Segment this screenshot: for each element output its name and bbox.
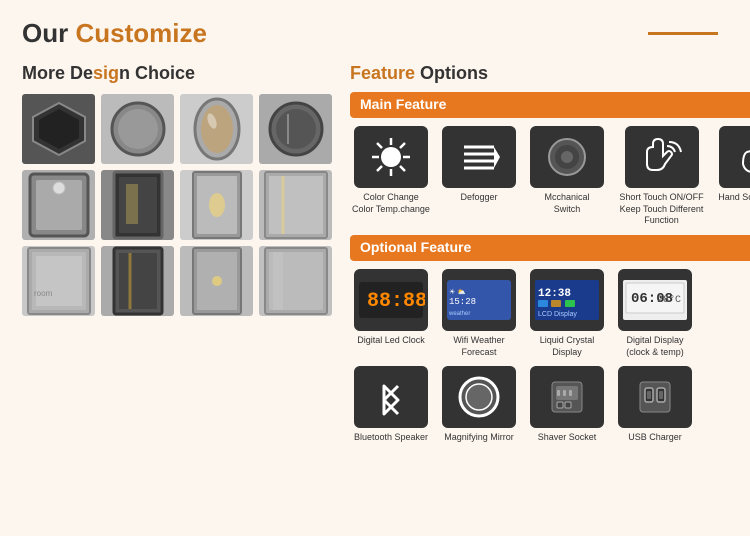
svg-text:15:28: 15:28 [449,297,476,307]
shaver-icon [544,374,590,420]
header-line [648,32,718,35]
color-change-label: Color ChangeColor Temp.change [352,192,430,215]
main-features-row: Color ChangeColor Temp.change Defogger [350,126,750,227]
lcd-icon-box: 12:38 LCD Display [530,269,604,331]
left-column: More Design Choice [22,63,332,452]
page-title: Our Customize [22,18,207,49]
defogger-label: Defogger [460,192,497,204]
feature-short-touch: Short Touch ON/OFFKeep Touch DifferentFu… [614,126,709,227]
defogger-icon-box [442,126,516,188]
mirror-rect-3 [180,170,253,240]
svg-text:☀ ⛅: ☀ ⛅ [449,288,466,296]
optional-features-row-1: 88:88 Digital Led Clock ☀ ⛅ 15:28 weathe… [350,269,750,358]
weather-icon: ☀ ⛅ 15:28 weather [445,278,513,322]
feature-digital-display: 06:08 28°C Digital Display(clock & temp) [614,269,696,358]
digital-display-icon-box: 06:08 28°C [618,269,692,331]
feature-mech-switch: McchanicalSwitch [526,126,608,227]
optional-features-row-2: Bluetooth Speaker Magnifying Mirror [350,366,750,444]
usb-label: USB Charger [628,432,682,444]
svg-text:12:38: 12:38 [538,288,571,300]
wifi-weather-icon-box: ☀ ⛅ 15:28 weather [442,269,516,331]
mirror-rect-8 [259,246,332,316]
short-touch-label: Short Touch ON/OFFKeep Touch DifferentFu… [617,192,707,227]
feature-usb: USB Charger [614,366,696,444]
right-column: Feature Options Main Feature [350,63,750,452]
bluetooth-label: Bluetooth Speaker [354,432,428,444]
led-clock-icon: 88:88 [357,278,425,322]
lcd-label: Liquid Crystal Display [526,335,608,358]
optional-feature-band: Optional Feature [350,235,750,261]
oval-svg [192,96,242,162]
shape-oval [180,94,253,164]
touch-icon [639,134,685,180]
header: Our Customize [22,18,728,49]
wifi-weather-label: Wifi Weather Forecast [438,335,520,358]
hand-icon [733,134,750,180]
shape-hexagon [22,94,95,164]
mech-switch-icon-box [530,126,604,188]
hand-scan-icon-box [719,126,750,188]
svg-text:weather: weather [448,311,470,317]
lcd-icon: 12:38 LCD Display [533,278,601,322]
feature-section-title: Feature Options [350,63,750,84]
optional-feature-label: Optional Feature [360,239,471,255]
magnify-label: Magnifying Mirror [444,432,514,444]
rect-row-2: room [22,246,332,316]
main-feature-label: Main Feature [360,96,446,112]
led-clock-icon-box: 88:88 [354,269,428,331]
mirror-rect-7 [180,246,253,316]
feature-hand-scan: Hand Scan Sensor [715,126,750,227]
usb-icon-box [618,366,692,428]
feature-bluetooth: Bluetooth Speaker [350,366,432,444]
feature-shaver: Shaver Socket [526,366,608,444]
digital-display-icon: 06:08 28°C [621,278,689,322]
shape-round-dark [259,94,332,164]
sun-icon [368,134,414,180]
page-container: Our Customize More Design Choice [0,0,750,536]
svg-text:88:88: 88:88 [367,290,425,313]
hand-scan-label: Hand Scan Sensor [718,192,750,204]
design-section-title: More Design Choice [22,63,332,84]
feature-color-change: Color ChangeColor Temp.change [350,126,432,227]
rect-row-1 [22,170,332,240]
round-dark-svg [266,99,326,159]
round-svg [108,99,168,159]
shape-round-light [101,94,174,164]
feature-wifi-weather: ☀ ⛅ 15:28 weather Wifi Weather Forecast [438,269,520,358]
feature-magnify: Magnifying Mirror [438,366,520,444]
feature-defogger: Defogger [438,126,520,227]
svg-text:room: room [34,289,53,298]
led-clock-label: Digital Led Clock [357,335,425,347]
svg-text:28°C: 28°C [657,294,681,306]
feature-led-clock: 88:88 Digital Led Clock [350,269,432,358]
digital-display-label: Digital Display(clock & temp) [626,335,684,358]
hexagon-svg [29,99,89,159]
defog-icon [456,134,502,180]
magnify-icon [456,374,502,420]
shaver-icon-box [530,366,604,428]
mirror-rect-2 [101,170,174,240]
mirror-rect-6 [101,246,174,316]
main-feature-band: Main Feature [350,92,750,118]
bluetooth-icon [368,374,414,420]
feature-accent: Feature [350,63,415,83]
mech-switch-label: McchanicalSwitch [544,192,589,215]
title-accent: Customize [75,18,206,48]
shaver-label: Shaver Socket [538,432,597,444]
magnify-icon-box [442,366,516,428]
switch-icon [544,134,590,180]
feature-lcd: 12:38 LCD Display Liquid Crystal Display [526,269,608,358]
usb-icon [632,374,678,420]
svg-text:LCD Display: LCD Display [538,311,577,318]
mirror-rect-1 [22,170,95,240]
short-touch-icon-box [625,126,699,188]
shapes-row [22,94,332,164]
mirror-rect-4 [259,170,332,240]
content-area: More Design Choice [22,63,728,452]
color-change-icon-box [354,126,428,188]
mirror-rect-5: room [22,246,95,316]
bluetooth-icon-box [354,366,428,428]
